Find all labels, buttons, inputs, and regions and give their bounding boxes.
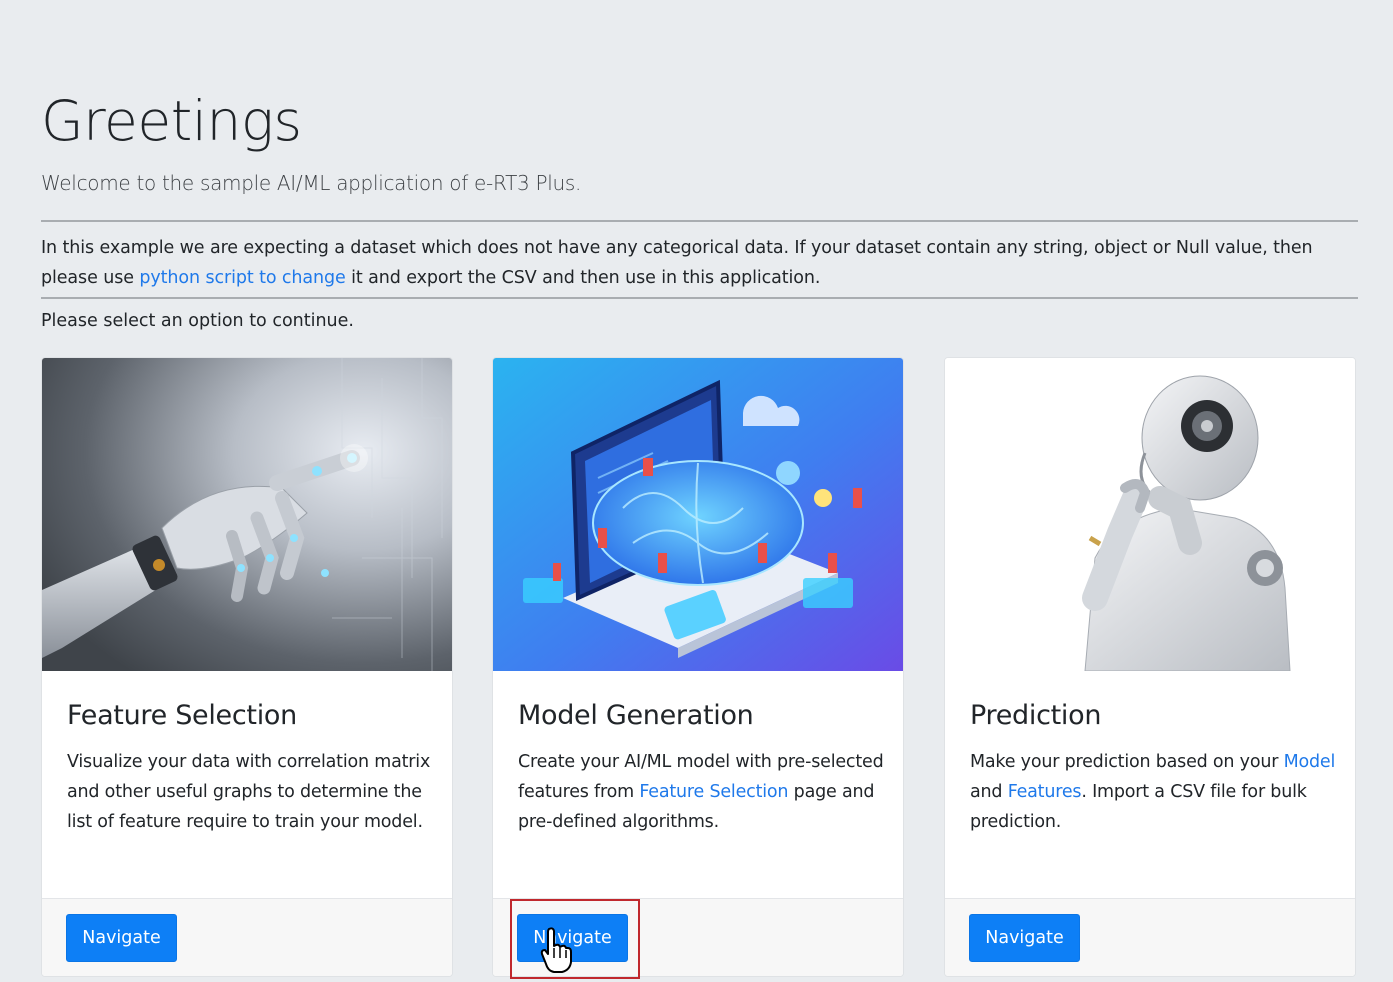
navigate-prediction-button[interactable]: Navigate (969, 914, 1080, 962)
card-text-feature-selection: Visualize your data with correlation mat… (67, 752, 431, 832)
intro-text-after: it and export the CSV and then use in th… (345, 268, 821, 288)
page-lead: Welcome to the sample AI/ML application … (41, 171, 582, 195)
page-title: Greetings (41, 89, 302, 153)
brain-laptop-image (493, 358, 903, 671)
card-title-prediction: Prediction (970, 700, 1102, 731)
card-title-feature-selection: Feature Selection (67, 700, 297, 731)
card-title-model-generation: Model Generation (518, 700, 754, 731)
card-prediction: Prediction Make your prediction based on… (944, 357, 1356, 977)
robot-hand-image (42, 358, 452, 671)
card-feature-selection: Feature Selection Visualize your data wi… (41, 357, 453, 977)
python-script-link[interactable]: python script to change (139, 268, 345, 288)
hand-cursor-icon (540, 927, 572, 973)
card-model-generation: Model Generation Create your AI/ML model… (492, 357, 904, 977)
intro-paragraph: In this example we are expecting a datas… (41, 233, 1351, 293)
brain-laptop-illustration (493, 358, 903, 671)
card-text-prediction: Make your prediction based on your Model… (970, 747, 1340, 837)
feature-selection-link[interactable]: Feature Selection (639, 782, 788, 802)
card-footer: Navigate (945, 898, 1355, 976)
card-text-model-generation: Create your AI/ML model with pre-selecte… (518, 747, 888, 837)
features-link[interactable]: Features (1008, 782, 1082, 802)
select-option-prompt: Please select an option to continue. (41, 311, 354, 331)
navigate-feature-selection-button[interactable]: Navigate (66, 914, 177, 962)
thinking-robot-illustration (945, 358, 1355, 671)
divider-bottom (41, 297, 1358, 299)
card-text-mid: and (970, 782, 1008, 802)
robot-hand-illustration (42, 358, 452, 671)
card-footer: Navigate (42, 898, 452, 976)
thinking-robot-image (945, 358, 1355, 671)
card-text-before: Make your prediction based on your (970, 752, 1284, 772)
divider-top (41, 220, 1358, 222)
model-link[interactable]: Model (1284, 752, 1336, 772)
jumbotron: Greetings Welcome to the sample AI/ML ap… (0, 0, 1393, 982)
